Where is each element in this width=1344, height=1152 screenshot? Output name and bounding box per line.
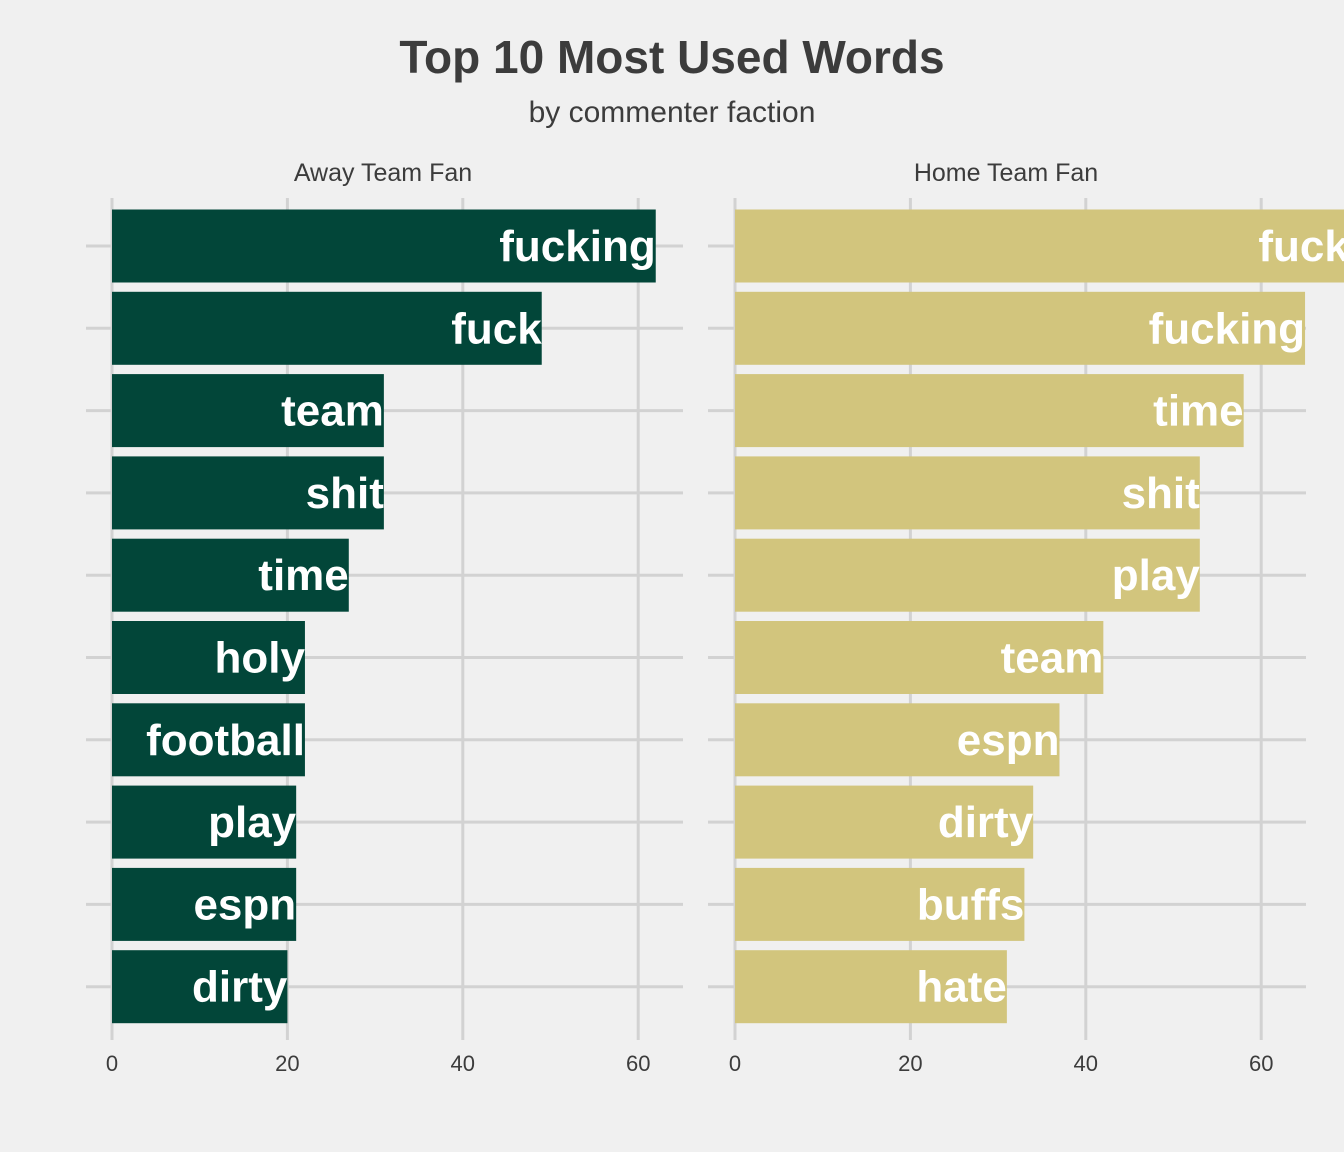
bar-label: time bbox=[258, 551, 348, 600]
bar-label: holy bbox=[214, 634, 305, 683]
bar-label: dirty bbox=[192, 963, 288, 1012]
bar-label: fucking bbox=[499, 222, 655, 271]
bar-label: team bbox=[281, 387, 384, 436]
x-tick-label: 0 bbox=[729, 1051, 741, 1076]
x-tick-label: 60 bbox=[1249, 1051, 1273, 1076]
panel-home-team-fan: Home Team Fan 0 20 40 60 fuck fucking time shit p… bbox=[708, 159, 1344, 1076]
bar-label: play bbox=[1112, 551, 1201, 600]
bar-label: dirty bbox=[938, 798, 1034, 847]
bar-label: shit bbox=[306, 469, 385, 518]
bar-label: time bbox=[1153, 387, 1243, 436]
bar-label: play bbox=[208, 798, 297, 847]
chart-title: Top 10 Most Used Words bbox=[399, 31, 944, 83]
bar-label: shit bbox=[1122, 469, 1201, 518]
x-tick-label: 60 bbox=[626, 1051, 650, 1076]
bar-label: fuck bbox=[451, 304, 542, 353]
bar-fuck bbox=[735, 209, 1344, 283]
x-tick-label: 20 bbox=[898, 1051, 922, 1076]
bar-label: football bbox=[146, 716, 305, 765]
x-tick-label: 40 bbox=[1074, 1051, 1098, 1076]
panel-away-team-fan: Away Team Fan 0 20 40 60 fucking fuck team shit t… bbox=[86, 159, 683, 1076]
bar-label: fuck bbox=[1258, 222, 1344, 271]
faceted-bar-chart: Top 10 Most Used Words by commenter fact… bbox=[86, 31, 1344, 1076]
bar-label: hate bbox=[916, 963, 1006, 1012]
bar-label: fucking bbox=[1149, 304, 1305, 353]
panel-title: Home Team Fan bbox=[914, 159, 1098, 187]
bar-label: espn bbox=[957, 716, 1060, 765]
x-tick-label: 20 bbox=[275, 1051, 299, 1076]
bar-label: team bbox=[1001, 634, 1104, 683]
bar-label: espn bbox=[193, 880, 296, 929]
panel-title: Away Team Fan bbox=[294, 159, 472, 187]
chart-subtitle: by commenter faction bbox=[529, 96, 816, 129]
x-tick-label: 40 bbox=[451, 1051, 475, 1076]
bar-label: buffs bbox=[917, 880, 1025, 929]
x-tick-label: 0 bbox=[106, 1051, 118, 1076]
